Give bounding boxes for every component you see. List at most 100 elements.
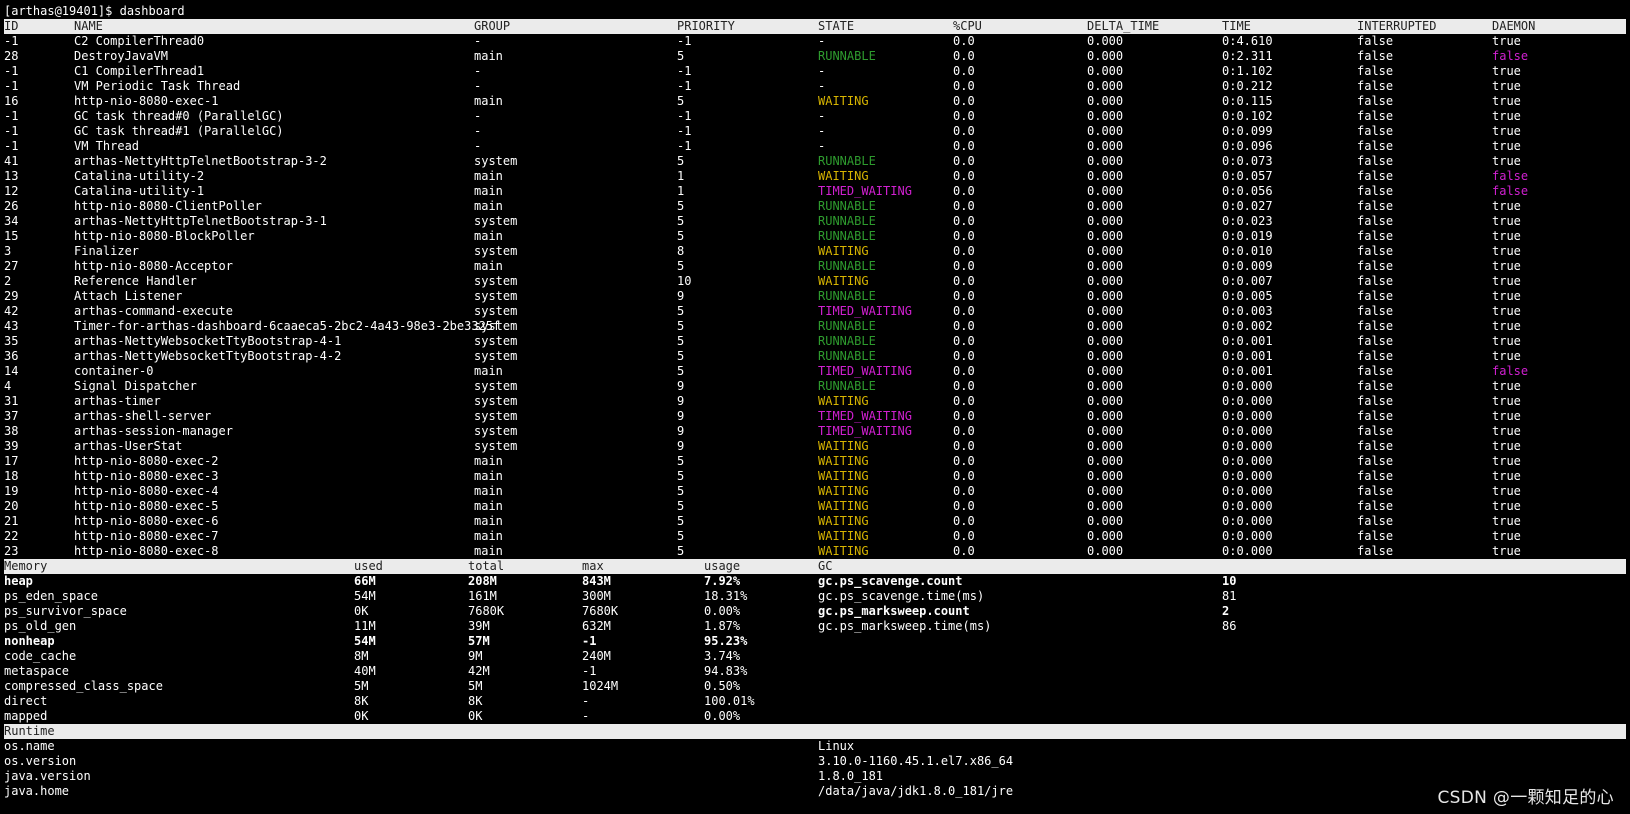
- thread-state: -: [818, 139, 826, 153]
- thread-time: 0:0.115: [1222, 94, 1273, 108]
- col-header-total: total: [468, 559, 505, 573]
- thread-state: WAITING: [818, 484, 869, 498]
- thread-daemon: true: [1492, 469, 1521, 483]
- thread-priority: -1: [677, 34, 692, 48]
- thread-cpu: 0.0: [953, 94, 975, 108]
- thread-priority: 5: [677, 349, 685, 363]
- thread-id: 42: [4, 304, 19, 318]
- thread-group: main: [474, 49, 503, 63]
- runtime-header: Runtime: [4, 724, 1626, 739]
- thread-daemon: true: [1492, 259, 1521, 273]
- memory-name: direct: [4, 694, 48, 708]
- thread-daemon: true: [1492, 34, 1521, 48]
- thread-name: arthas-NettyWebsocketTtyBootstrap-4-1: [74, 334, 342, 348]
- thread-cpu: 0.0: [953, 259, 975, 273]
- thread-id: 2: [4, 274, 12, 288]
- thread-group: main: [474, 544, 503, 558]
- thread-delta-time: 0.000: [1087, 544, 1124, 558]
- thread-name: Finalizer: [74, 244, 140, 258]
- thread-priority: 5: [677, 154, 685, 168]
- runtime-key: java.version: [4, 769, 91, 783]
- thread-priority: 5: [677, 454, 685, 468]
- thread-cpu: 0.0: [953, 229, 975, 243]
- runtime-table-body: os.name Linux os.version 3.10.0-1160.45.1.e…: [4, 739, 1626, 799]
- memory-usage: 0.00%: [704, 709, 741, 723]
- thread-priority: 5: [677, 484, 685, 498]
- thread-time: 0:0.000: [1222, 424, 1273, 438]
- thread-interrupted: false: [1357, 169, 1394, 183]
- thread-row: 3 Finalizer system 8 WAITING 0.0 0.000 0:0.010 f…: [4, 244, 1626, 259]
- thread-row: 39 arthas-UserStat system 9 WAITING 0.0 0.000 0…: [4, 439, 1626, 454]
- thread-id: 20: [4, 499, 19, 513]
- thread-row: 12 Catalina-utility-1 main 1 TIMED_WAITING 0.…: [4, 184, 1626, 199]
- memory-max: -1: [582, 634, 597, 648]
- thread-row: 38 arthas-session-manager system 9 TIMED_WAI…: [4, 424, 1626, 439]
- thread-time: 0:0.027: [1222, 199, 1273, 213]
- thread-group: system: [474, 289, 518, 303]
- thread-daemon: true: [1492, 514, 1521, 528]
- thread-group: main: [474, 169, 503, 183]
- thread-delta-time: 0.000: [1087, 109, 1124, 123]
- thread-name: arthas-NettyWebsocketTtyBootstrap-4-2: [74, 349, 342, 363]
- thread-id: -1: [4, 79, 19, 93]
- thread-delta-time: 0.000: [1087, 454, 1124, 468]
- col-header-memory: Memory: [4, 559, 48, 573]
- memory-used: 8M: [354, 649, 369, 663]
- thread-delta-time: 0.000: [1087, 244, 1124, 258]
- memory-max: -: [582, 709, 590, 723]
- col-header-group: GROUP: [474, 19, 511, 33]
- thread-time: 0:0.000: [1222, 439, 1273, 453]
- thread-name: Attach Listener: [74, 289, 183, 303]
- thread-id: 18: [4, 469, 19, 483]
- thread-interrupted: false: [1357, 244, 1394, 258]
- thread-delta-time: 0.000: [1087, 199, 1124, 213]
- memory-total: 208M: [468, 574, 497, 588]
- thread-id: -1: [4, 34, 19, 48]
- thread-state: RUNNABLE: [818, 199, 876, 213]
- thread-row: 36 arthas-NettyWebsocketTtyBootstrap-4-2 s…: [4, 349, 1626, 364]
- thread-daemon: true: [1492, 244, 1521, 258]
- thread-id: 36: [4, 349, 19, 363]
- thread-daemon: true: [1492, 304, 1521, 318]
- thread-daemon: true: [1492, 79, 1521, 93]
- thread-state: WAITING: [818, 469, 869, 483]
- gc-metric-name: gc.ps_scavenge.count: [818, 574, 963, 588]
- thread-daemon: true: [1492, 529, 1521, 543]
- memory-name: ps_survivor_space: [4, 604, 127, 618]
- thread-delta-time: 0.000: [1087, 49, 1124, 63]
- memory-row: ps_eden_space 54M 161M 300M 18.31% gc.ps_scav…: [4, 589, 1626, 604]
- thread-priority: 5: [677, 304, 685, 318]
- memory-total: 161M: [468, 589, 497, 603]
- thread-interrupted: false: [1357, 499, 1394, 513]
- thread-id: 34: [4, 214, 19, 228]
- thread-group: main: [474, 199, 503, 213]
- thread-row: 18 http-nio-8080-exec-3 main 5 WAITING 0.0 0.0…: [4, 469, 1626, 484]
- thread-cpu: 0.0: [953, 484, 975, 498]
- thread-state: -: [818, 64, 826, 78]
- memory-used: 0K: [354, 604, 369, 618]
- gc-metric-value: 86: [1222, 619, 1237, 633]
- thread-id: 13: [4, 169, 19, 183]
- terminal-window[interactable]: [arthas@19401]$ dashboard ID NAME GROUP …: [4, 4, 1626, 799]
- thread-delta-time: 0.000: [1087, 304, 1124, 318]
- thread-group: -: [474, 34, 482, 48]
- thread-group: -: [474, 79, 482, 93]
- thread-daemon: true: [1492, 64, 1521, 78]
- col-header-gc: GC: [818, 559, 833, 573]
- thread-daemon: false: [1492, 49, 1529, 63]
- thread-priority: 9: [677, 424, 685, 438]
- memory-usage: 0.00%: [704, 604, 741, 618]
- thread-time: 0:0.005: [1222, 289, 1273, 303]
- thread-id: 35: [4, 334, 19, 348]
- runtime-key: os.name: [4, 739, 55, 753]
- thread-state: -: [818, 124, 826, 138]
- thread-priority: 5: [677, 199, 685, 213]
- memory-max: -: [582, 694, 590, 708]
- thread-daemon: true: [1492, 334, 1521, 348]
- thread-priority: 1: [677, 184, 685, 198]
- memory-used: 40M: [354, 664, 376, 678]
- thread-time: 0:0.099: [1222, 124, 1273, 138]
- memory-name: code_cache: [4, 649, 77, 663]
- memory-max: -1: [582, 664, 597, 678]
- thread-id: 23: [4, 544, 19, 558]
